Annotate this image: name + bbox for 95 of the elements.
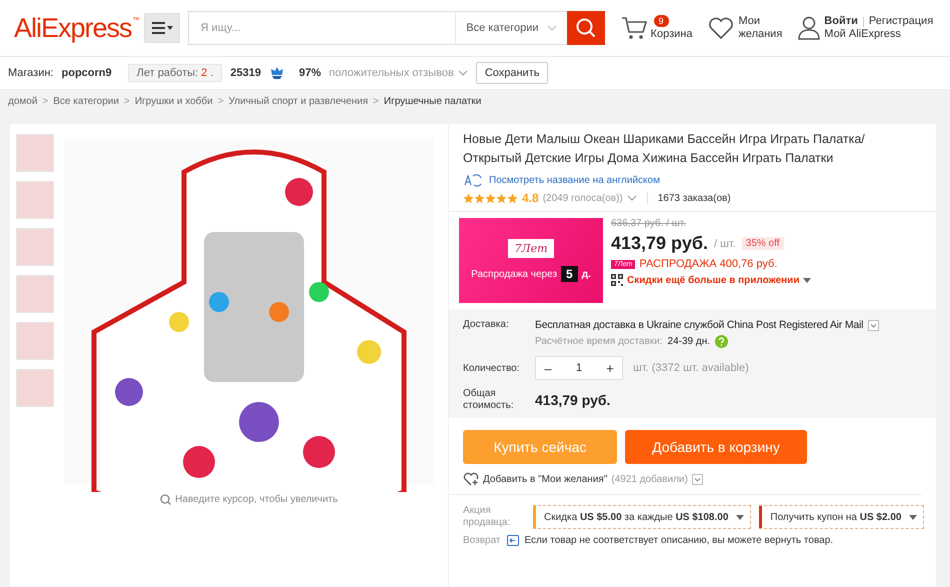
thumbnail-image[interactable] <box>16 134 54 172</box>
chevron-down-icon <box>458 70 468 76</box>
save-button[interactable]: Сохранить <box>476 62 548 84</box>
discount-badge: 35% off <box>742 237 784 250</box>
increase-button[interactable]: + <box>598 360 622 376</box>
product-title: Новые Дети Малыш Океан Шариками Бассейн Игра Играть Палатка/ Открытый Детские Игры Дома Хижина Бассейн Играть Палатки <box>463 131 866 167</box>
sale-logo: 7Лет <box>508 239 554 258</box>
breadcrumb-separator: > <box>42 96 48 106</box>
coupon-text: Скидка US $5.00 за каждые US $108.00 <box>544 512 728 522</box>
star-icon <box>463 192 474 204</box>
order-count: 1673 заказа(ов) <box>658 192 731 204</box>
add-to-wishlist-link[interactable]: Добавить в "Мои желания" <box>483 474 608 484</box>
total-price: 413,79 руб. <box>535 392 610 408</box>
heart-icon <box>708 16 734 40</box>
chevron-down-icon <box>546 25 557 31</box>
help-icon <box>715 335 728 348</box>
star-icon <box>507 192 518 204</box>
cart-label: Корзина <box>650 28 692 41</box>
breadcrumb-separator: > <box>218 96 224 106</box>
days-unit: д. <box>582 268 591 280</box>
quantity-label: Количество: <box>463 362 520 374</box>
delivery-time: 24-39 дн. <box>668 336 710 347</box>
total-label: Общая стоимость: <box>463 388 515 412</box>
countdown-label: Распродажа через <box>471 268 558 280</box>
aliexpress-logo: AliExpress$^{™}$ <box>14 14 140 42</box>
cart-link[interactable]: 9 Корзина <box>620 15 692 41</box>
register-link[interactable]: Регистрация <box>868 15 934 28</box>
chevron-down-icon <box>626 195 637 201</box>
thumbnail-image[interactable] <box>16 322 54 360</box>
category-menu-button[interactable] <box>144 13 180 43</box>
breadcrumb-link[interactable]: Уличный спорт и развлечения <box>228 96 368 106</box>
delivery-label: Доставка: <box>463 319 510 332</box>
zoom-hint: Наведите курсор, чтобы увеличить <box>160 494 338 505</box>
wishlist-label: желания <box>738 28 782 41</box>
price: 413,79 руб. <box>611 233 708 254</box>
returns-label: Возврат <box>463 535 500 546</box>
dropdown-icon <box>692 474 703 484</box>
wishlist-link[interactable]: Мои желания <box>708 15 782 41</box>
breadcrumb-link[interactable]: Игрушки и хобби <box>134 96 213 106</box>
breadcrumb-separator: > <box>124 96 130 106</box>
translate-link[interactable]: Посмотреть название на английском <box>489 174 660 186</box>
seller-promo-label: Акция продавца: <box>463 505 512 529</box>
my-aliexpress-link[interactable]: Мой AliExpress <box>824 28 901 41</box>
returns-text: Если товар не соответствует описанию, вы можете вернуть товар. <box>524 535 834 546</box>
store-score: 25319 <box>230 67 261 79</box>
translate-icon <box>463 173 483 187</box>
breadcrumb-separator: > <box>373 96 379 106</box>
search-button[interactable] <box>566 11 605 45</box>
star-icon <box>474 192 485 204</box>
category-dropdown[interactable]: Все категории <box>455 11 567 45</box>
menu-icon <box>150 21 173 35</box>
price-unit: / шт. <box>714 238 736 250</box>
sale-price: РАСПРОДАЖА 400,76 руб. <box>639 258 778 270</box>
decrease-button[interactable]: – <box>536 360 560 376</box>
wishlist-count: (4921 добавили) <box>611 474 688 484</box>
qr-code-icon <box>611 274 623 286</box>
thumbnail-image[interactable] <box>16 228 54 266</box>
quantity-field[interactable]: 1 <box>560 362 598 374</box>
caret-icon <box>736 514 744 520</box>
coupon-dropdown[interactable]: Получить купон на US $2.00 <box>759 505 924 529</box>
cart-icon <box>620 16 647 40</box>
rating-value: 4.8 <box>522 191 539 205</box>
delivery-time-label: Расчётное время доставки: <box>535 336 663 347</box>
store-years: Лет работы: 2 . <box>128 64 222 82</box>
breadcrumb-link[interactable]: Все категории <box>53 96 119 106</box>
breadcrumb-link[interactable]: Игрушечные палатки <box>384 96 482 106</box>
delivery-method: Бесплатная доставка в Ukraine службой China Post Registered Air Mail <box>535 319 864 331</box>
search-icon <box>576 18 596 38</box>
coupon-dropdown[interactable]: Скидка US $5.00 за каждые US $108.00 <box>533 505 752 529</box>
star-icon <box>485 192 496 204</box>
thumbnail-image[interactable] <box>16 369 54 407</box>
store-label: Магазин: <box>8 67 54 79</box>
breadcrumb-link[interactable]: домой <box>8 96 38 106</box>
cart-count: 9 <box>654 15 669 27</box>
coupon-text: Получить купон на US $2.00 <box>770 512 902 522</box>
search-icon <box>160 494 172 505</box>
wishlist-label: Мои <box>738 15 760 28</box>
user-icon <box>798 16 820 40</box>
login-link[interactable]: Войти <box>824 15 858 28</box>
app-discount-link[interactable]: Скидки ещё больше в приложении <box>627 274 800 286</box>
positive-percent: 97% <box>299 67 322 79</box>
store-name[interactable]: popcorn9 <box>62 67 112 79</box>
star-icon <box>496 192 507 204</box>
return-icon <box>506 535 518 546</box>
thumbnail-image[interactable] <box>16 181 54 219</box>
search-field[interactable]: Я ищу... <box>188 11 456 45</box>
countdown-days: 5 <box>561 266 578 282</box>
caret-icon <box>803 278 812 282</box>
caret-icon <box>909 514 918 520</box>
thumbnail-image[interactable] <box>16 275 54 313</box>
old-price: 636,37 руб. / шт. <box>611 218 688 229</box>
dropdown-icon <box>868 320 880 330</box>
heart-plus-icon <box>463 472 479 486</box>
medal-icon <box>269 66 285 80</box>
stock-available: шт. (3372 шт. available) <box>633 362 749 374</box>
